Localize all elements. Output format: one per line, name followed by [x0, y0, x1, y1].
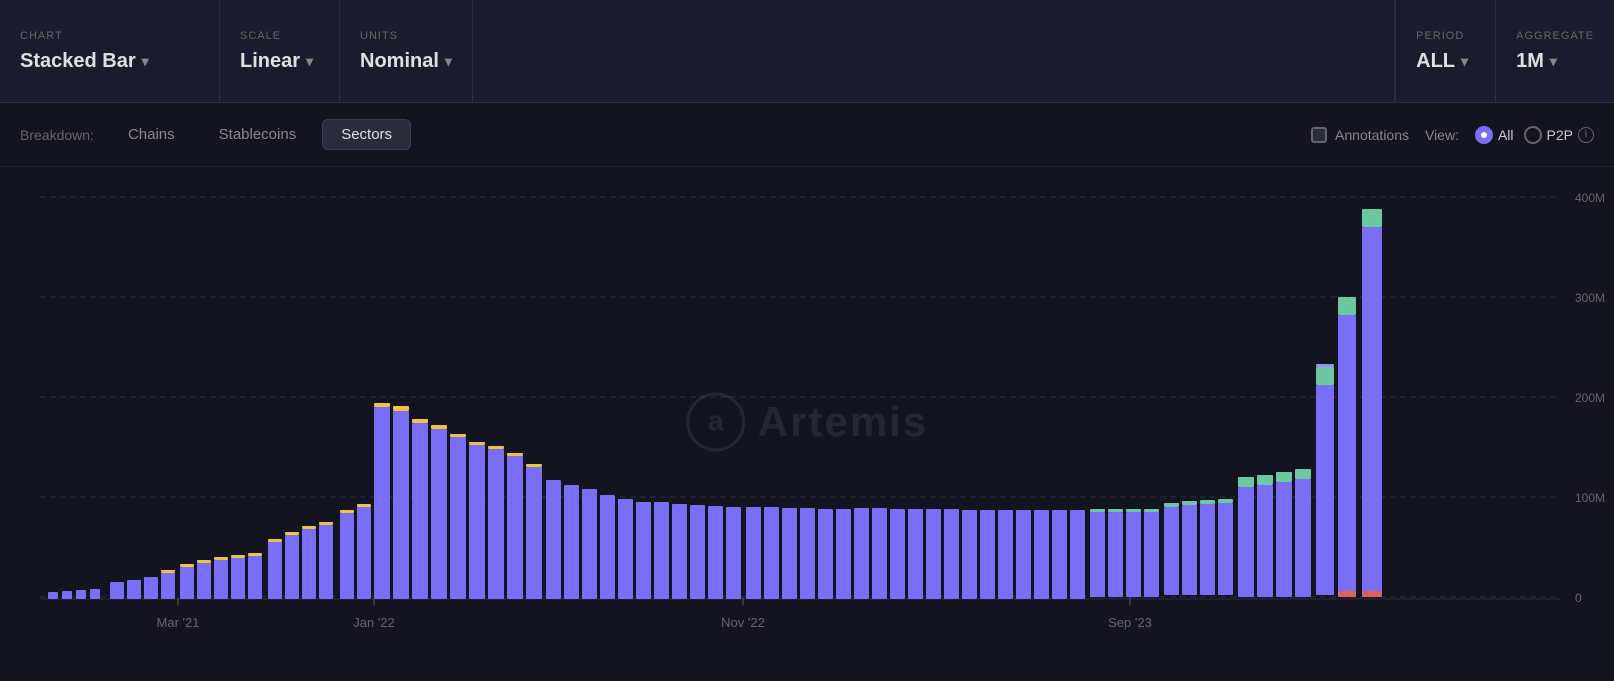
- chart-chevron: ▾: [142, 53, 149, 70]
- period-label: PERIOD: [1416, 30, 1475, 42]
- units-label: UNITS: [360, 30, 452, 42]
- annotations-icon: [1311, 127, 1327, 143]
- scale-value[interactable]: Linear ▾: [240, 50, 319, 73]
- aggregate-chevron: ▾: [1550, 53, 1557, 70]
- scale-label: SCALE: [240, 30, 319, 42]
- view-all-label: All: [1498, 127, 1514, 143]
- chart-selector[interactable]: CHART Stacked Bar ▾: [0, 0, 220, 102]
- chart-area: 400M 300M 200M 100M 0: [0, 167, 1614, 676]
- scale-selector[interactable]: SCALE Linear ▾: [220, 0, 340, 102]
- breakdown-right: Annotations View: All P2P i: [1311, 126, 1594, 144]
- view-p2p-option[interactable]: P2P i: [1524, 126, 1594, 144]
- view-p2p-label: P2P: [1547, 127, 1573, 143]
- toolbar-right: PERIOD ALL ▾ AGGREGATE 1M ▾: [1394, 0, 1614, 102]
- breakdown-label: Breakdown:: [20, 127, 94, 143]
- chart-label: CHART: [20, 30, 199, 42]
- svg-text:400M: 400M: [1575, 191, 1605, 205]
- svg-text:Mar '21: Mar '21: [157, 615, 200, 630]
- breakdown-chains[interactable]: Chains: [110, 120, 193, 149]
- svg-text:100M: 100M: [1575, 491, 1605, 505]
- aggregate-label: AGGREGATE: [1516, 30, 1594, 42]
- svg-text:Sep '23: Sep '23: [1108, 615, 1152, 630]
- chart-value[interactable]: Stacked Bar ▾: [20, 50, 199, 73]
- toolbar-spacer: [473, 0, 1394, 102]
- view-options: All P2P i: [1475, 126, 1594, 144]
- period-chevron: ▾: [1461, 53, 1468, 70]
- units-value[interactable]: Nominal ▾: [360, 50, 452, 73]
- toolbar: CHART Stacked Bar ▾ SCALE Linear ▾ UNITS…: [0, 0, 1614, 103]
- units-chevron: ▾: [445, 53, 452, 70]
- svg-text:0: 0: [1575, 591, 1582, 605]
- breakdown-sectors[interactable]: Sectors: [322, 119, 411, 150]
- breakdown-stablecoins[interactable]: Stablecoins: [201, 120, 315, 149]
- period-value[interactable]: ALL ▾: [1416, 50, 1475, 73]
- view-all-radio[interactable]: [1475, 126, 1493, 144]
- svg-text:300M: 300M: [1575, 291, 1605, 305]
- breakdown-bar: Breakdown: Chains Stablecoins Sectors An…: [0, 103, 1614, 167]
- svg-text:Jan '22: Jan '22: [353, 615, 395, 630]
- period-selector[interactable]: PERIOD ALL ▾: [1395, 0, 1495, 102]
- scale-chevron: ▾: [306, 53, 313, 70]
- view-p2p-radio[interactable]: [1524, 126, 1542, 144]
- p2p-info-icon[interactable]: i: [1578, 127, 1594, 143]
- svg-text:Nov '22: Nov '22: [721, 615, 765, 630]
- units-selector[interactable]: UNITS Nominal ▾: [340, 0, 473, 102]
- annotations-toggle[interactable]: Annotations: [1311, 127, 1409, 143]
- view-label: View:: [1425, 127, 1459, 143]
- aggregate-selector[interactable]: AGGREGATE 1M ▾: [1495, 0, 1614, 102]
- svg-text:200M: 200M: [1575, 391, 1605, 405]
- aggregate-value[interactable]: 1M ▾: [1516, 50, 1594, 73]
- annotations-label: Annotations: [1335, 127, 1409, 143]
- chart-svg: 400M 300M 200M 100M 0: [0, 167, 1614, 676]
- view-all-option[interactable]: All: [1475, 126, 1514, 144]
